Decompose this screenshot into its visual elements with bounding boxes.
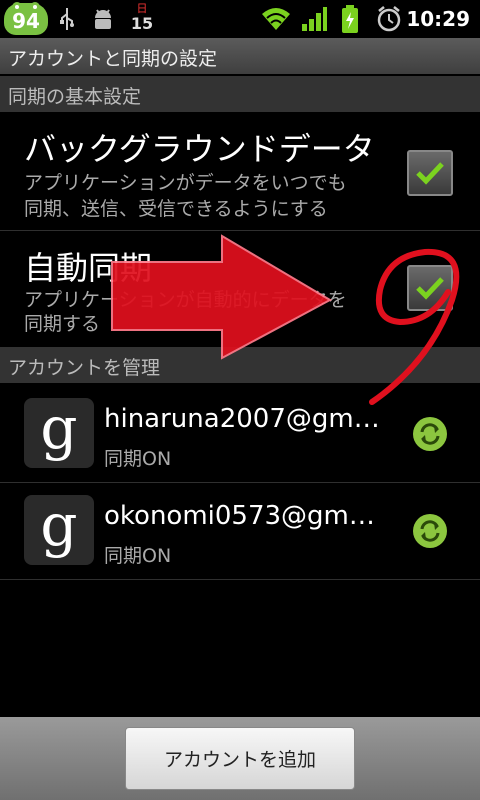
account-item-okonomi0573[interactable]: g okonomi0573@gmail.com 同期ON [0, 483, 480, 579]
checkmark-icon [416, 277, 444, 300]
section-header-basic-sync: 同期の基本設定 [0, 76, 480, 112]
pref-summary: アプリケーションがデータをいつでも [24, 172, 347, 194]
pref-background-data[interactable]: バックグラウンドデータ アプリケーションがデータをいつでも 同期、送信、受信でき… [0, 112, 480, 230]
battery-charging-icon [342, 5, 358, 33]
status-bar: 94 日 15 10:29 [0, 0, 480, 38]
signal-strength-icon [302, 7, 327, 31]
account-item-hinaruna2007[interactable]: g hinaruna2007@gmail.com 同期ON [0, 386, 480, 482]
pref-summary: アプリケーションが自動的にデータを [24, 289, 347, 311]
background-data-checkbox[interactable] [407, 150, 453, 196]
account-email: okonomi0573@gmail.com [104, 501, 390, 531]
alarm-clock-icon [377, 6, 401, 32]
divider [0, 579, 480, 580]
page-title: アカウントと同期の設定 [8, 48, 218, 70]
pref-title: バックグラウンドデータ [24, 130, 375, 168]
add-account-button[interactable]: アカウントを追加 [125, 727, 355, 790]
checkmark-icon [416, 162, 444, 185]
pref-title: 自動同期 [24, 249, 153, 287]
account-sync-status: 同期ON [104, 448, 172, 470]
auto-sync-checkbox[interactable] [407, 265, 453, 311]
google-g-icon: g [24, 491, 94, 565]
pref-summary: 同期する [24, 313, 101, 335]
android-debug-icon [95, 9, 111, 29]
clock-time: 10:29 [406, 7, 470, 31]
pref-summary: 同期、送信、受信できるようにする [24, 198, 328, 220]
sync-icon [413, 514, 447, 548]
wifi-icon [262, 8, 290, 30]
pref-auto-sync[interactable]: 自動同期 アプリケーションが自動的にデータを 同期する [0, 231, 480, 347]
section-header-manage-accounts: アカウントを管理 [0, 347, 480, 383]
battery-badge: 94 [4, 2, 48, 35]
bottom-action-bar: アカウントを追加 [0, 717, 480, 800]
account-sync-status: 同期ON [104, 545, 172, 567]
battery-level: 94 [12, 9, 40, 33]
title-bar: アカウントと同期の設定 [0, 38, 480, 74]
account-email: hinaruna2007@gmail.com [104, 404, 390, 434]
sync-icon [413, 417, 447, 451]
calendar-notification-icon: 日 15 [130, 2, 154, 33]
usb-icon [60, 8, 74, 30]
google-g-icon: g [24, 394, 94, 468]
